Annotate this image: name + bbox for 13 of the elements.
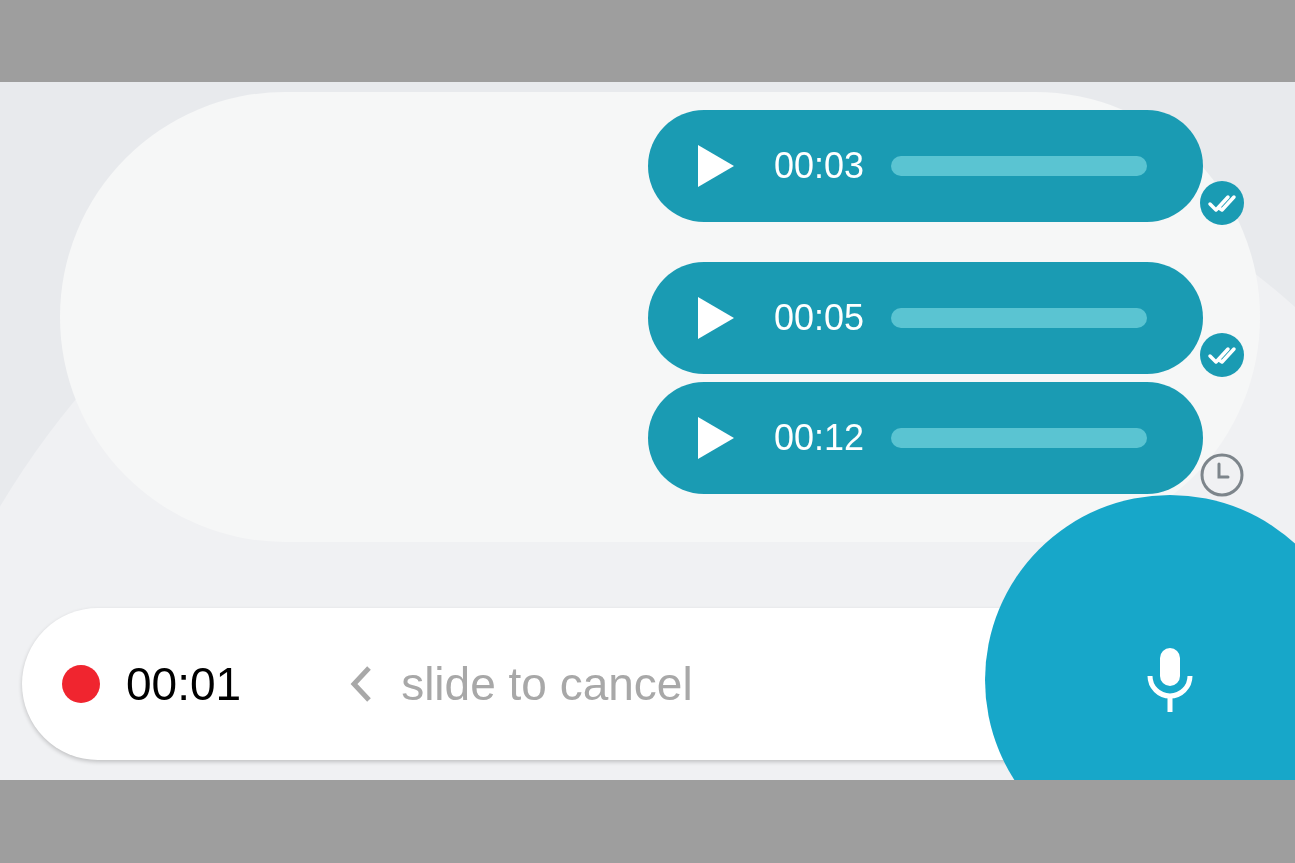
- slide-to-cancel-hint: slide to cancel: [401, 661, 693, 707]
- recording-timer: 00:01: [126, 661, 242, 707]
- play-icon[interactable]: [698, 417, 734, 459]
- message-duration: 00:03: [774, 148, 865, 184]
- voice-message-bubble[interactable]: 00:12: [648, 382, 1203, 494]
- message-duration: 00:12: [774, 420, 865, 456]
- chevron-left-icon: [349, 665, 374, 703]
- play-icon[interactable]: [698, 145, 734, 187]
- microphone-icon: [1145, 648, 1195, 712]
- voice-message-bubble[interactable]: 00:05: [648, 262, 1203, 374]
- message-duration: 00:05: [774, 300, 865, 336]
- play-icon[interactable]: [698, 297, 734, 339]
- voice-message-bubble[interactable]: 00:03: [648, 110, 1203, 222]
